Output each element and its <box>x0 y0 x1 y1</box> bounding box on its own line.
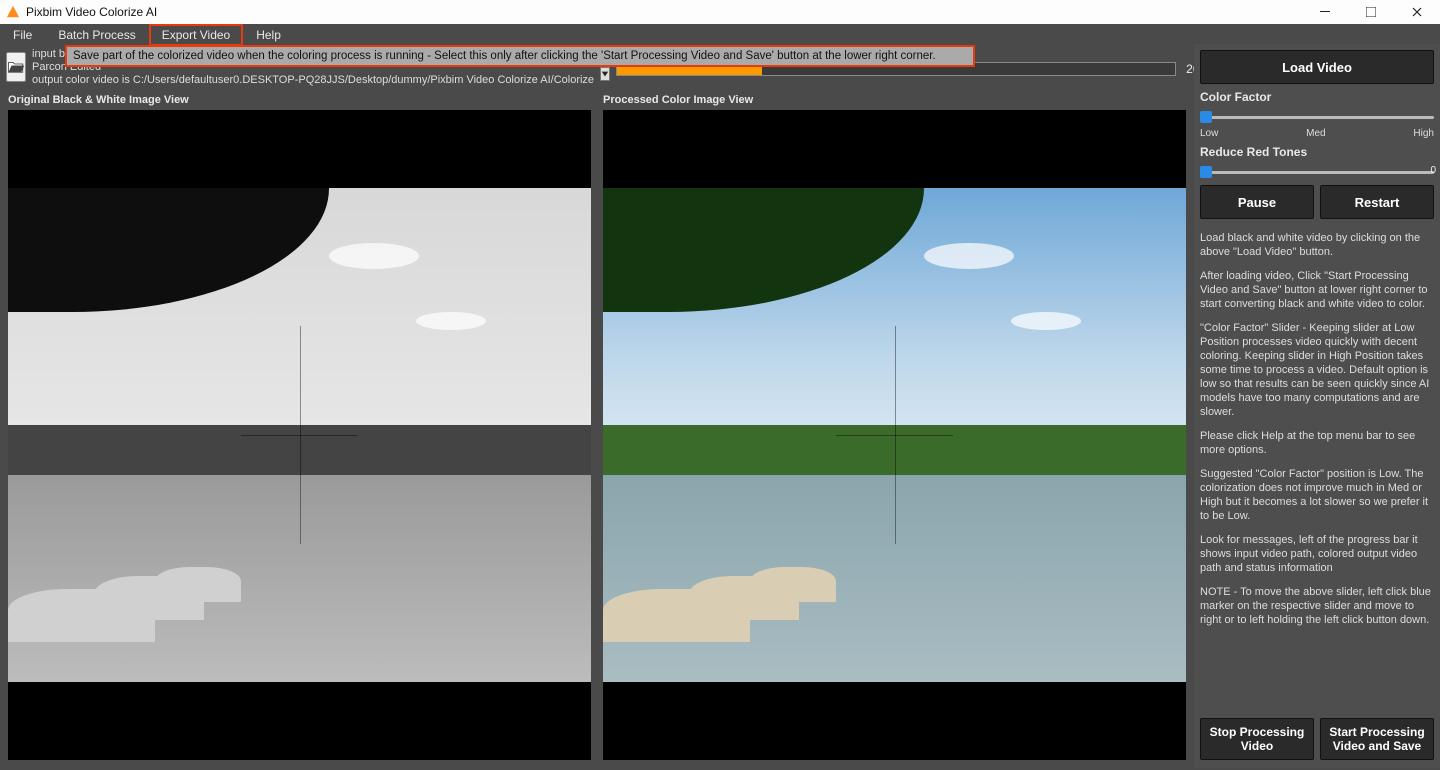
restart-button[interactable]: Restart <box>1320 185 1434 219</box>
slider-tick-low: Low <box>1200 128 1218 139</box>
pause-button[interactable]: Pause <box>1200 185 1314 219</box>
window-title: Pixbim Video Colorize AI <box>26 5 1302 19</box>
help-p4: Please click Help at the top menu bar to… <box>1200 429 1434 457</box>
original-view-title: Original Black & White Image View <box>8 92 591 110</box>
minimize-button[interactable] <box>1302 0 1348 24</box>
app-logo-icon <box>6 5 20 19</box>
maximize-button[interactable] <box>1348 0 1394 24</box>
right-panel: Load Video Color Factor Low Med High Red… <box>1194 44 1440 768</box>
start-processing-button[interactable]: Start Processing Video and Save <box>1320 718 1434 760</box>
help-p3: "Color Factor" Slider - Keeping slider a… <box>1200 321 1434 419</box>
stop-processing-button[interactable]: Stop Processing Video <box>1200 718 1314 760</box>
help-p1: Load black and white video by clicking o… <box>1200 231 1434 259</box>
log-line: parcon_edited_output_cf_low_rt_0.mp4 <box>32 87 594 88</box>
menu-batch-process[interactable]: Batch Process <box>45 24 148 46</box>
help-p7: NOTE - To move the above slider, left cl… <box>1200 585 1434 627</box>
reduce-red-slider[interactable]: 0 <box>1200 165 1434 179</box>
color-factor-thumb[interactable] <box>1200 111 1212 123</box>
color-factor-slider[interactable] <box>1200 110 1434 124</box>
close-button[interactable] <box>1394 0 1440 24</box>
reduce-red-thumb[interactable] <box>1200 166 1212 178</box>
title-bar: Pixbim Video Colorize AI <box>0 0 1440 24</box>
help-p2: After loading video, Click "Start Proces… <box>1200 269 1434 311</box>
processed-view-title: Processed Color Image View <box>603 92 1186 110</box>
processed-image-view[interactable] <box>603 110 1186 760</box>
spinner-down-icon[interactable] <box>600 67 610 81</box>
help-text: Load black and white video by clicking o… <box>1200 231 1434 637</box>
original-image-view[interactable] <box>8 110 591 760</box>
reduce-red-label: Reduce Red Tones <box>1200 145 1434 159</box>
original-image-placeholder <box>8 188 591 682</box>
slider-tick-med: Med <box>1306 128 1325 139</box>
color-factor-label: Color Factor <box>1200 90 1434 104</box>
menu-export-video[interactable]: Export Video <box>149 24 244 46</box>
load-video-button[interactable]: Load Video <box>1200 50 1434 84</box>
color-factor-ticks: Low Med High <box>1200 128 1434 139</box>
menu-bar: File Batch Process Export Video Help <box>0 24 1440 46</box>
reduce-red-value: 0 <box>1430 165 1436 176</box>
help-p6: Look for messages, left of the progress … <box>1200 533 1434 575</box>
open-file-button[interactable] <box>6 52 26 82</box>
log-line: output color video is C:/Users/defaultus… <box>32 74 594 87</box>
slider-tick-high: High <box>1413 128 1434 139</box>
menu-help[interactable]: Help <box>243 24 294 46</box>
menu-file[interactable]: File <box>0 24 45 46</box>
processed-image-placeholder <box>603 188 1186 682</box>
export-video-tooltip: Save part of the colorized video when th… <box>65 45 975 67</box>
help-p5: Suggested "Color Factor" position is Low… <box>1200 467 1434 523</box>
